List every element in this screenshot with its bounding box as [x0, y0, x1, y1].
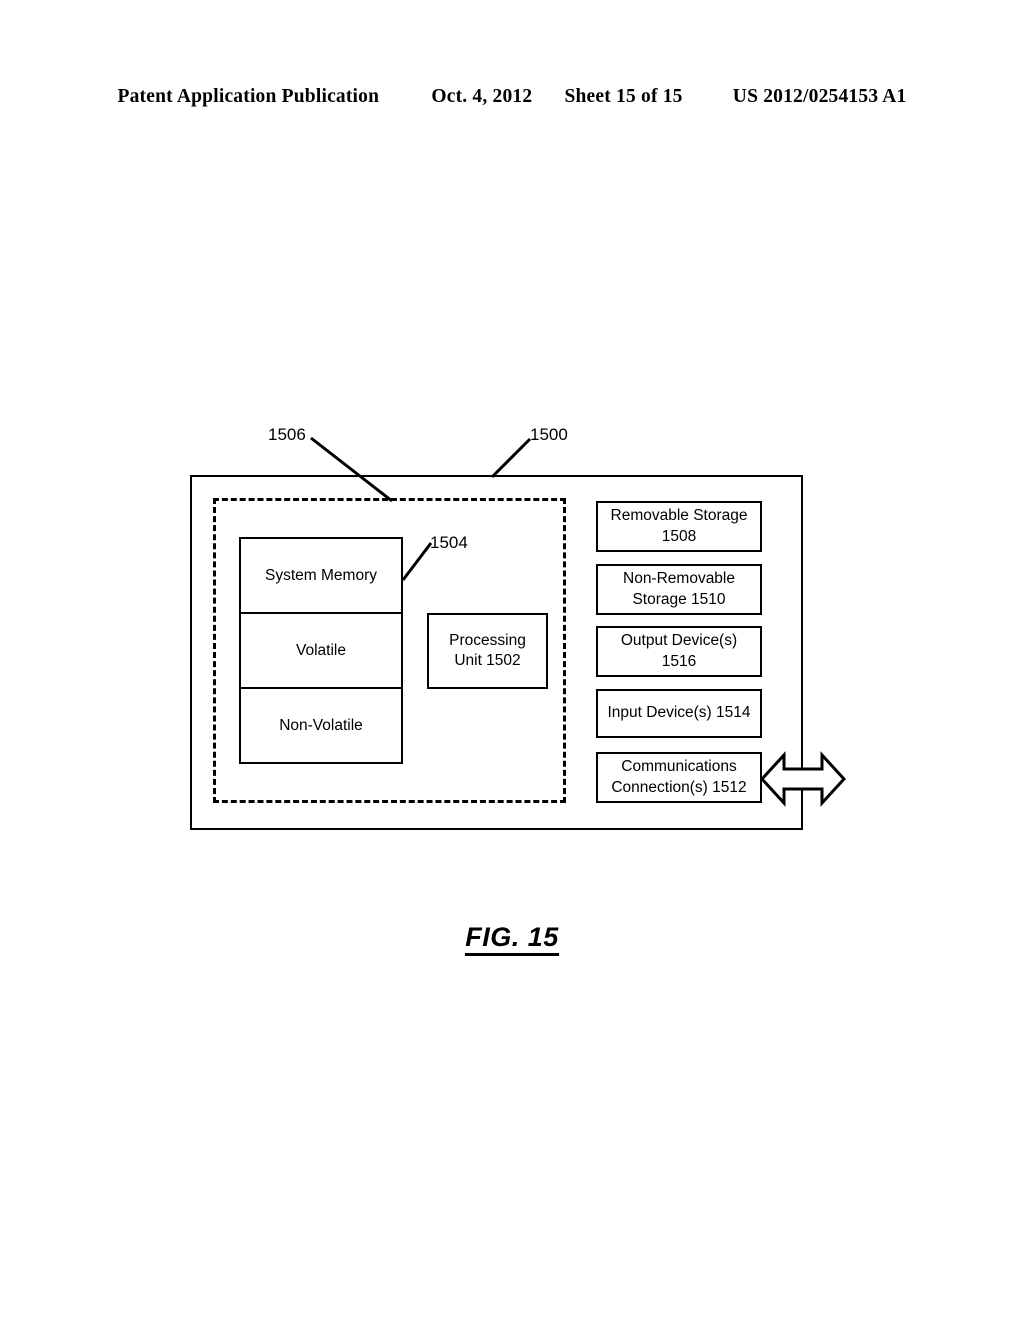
output-devices-line1: Output Device(s) [620, 632, 738, 650]
memory-cell-label: System Memory [265, 566, 377, 584]
memory-cell-volatile: Volatile [241, 612, 401, 687]
memory-cell-non-volatile: Non-Volatile [241, 687, 401, 762]
memory-cell-label: Volatile [296, 641, 346, 659]
ref-numeral-1504: 1504 [430, 533, 468, 552]
system-memory-stack: System Memory Volatile Non-Volatile [239, 537, 403, 764]
memory-cell-system-memory: System Memory [241, 539, 401, 612]
output-devices-box: Output Device(s) 1516 [596, 626, 762, 677]
ref-numeral-1500: 1500 [530, 425, 568, 444]
removable-storage-line2: 1508 [661, 527, 697, 545]
input-devices-line1: Input Device(s) 1514 [607, 704, 751, 722]
processing-unit-line2: Unit 1502 [454, 652, 521, 669]
non-removable-storage-line1: Non-Removable [623, 570, 735, 588]
communications-line1: Communications [621, 758, 737, 776]
non-removable-storage-line2: Storage 1510 [632, 590, 726, 608]
removable-storage-box: Removable Storage 1508 [596, 501, 762, 552]
figure-caption-text: FIG. 15 [465, 922, 559, 956]
ref-numeral-1506: 1506 [268, 425, 306, 444]
figure-15-diagram: System Memory Volatile Non-Volatile Proc… [0, 0, 1024, 1320]
figure-caption: FIG. 15 [0, 922, 1024, 956]
communications-line2: Connection(s) 1512 [611, 778, 747, 796]
output-devices-line2: 1516 [661, 652, 697, 670]
non-removable-storage-box: Non-Removable Storage 1510 [596, 564, 762, 615]
double-headed-arrow-icon [760, 751, 846, 807]
memory-cell-label: Non-Volatile [279, 716, 363, 734]
processing-unit-line1: Processing [449, 632, 526, 650]
input-devices-box: Input Device(s) 1514 [596, 689, 762, 738]
communications-connections-box: Communications Connection(s) 1512 [596, 752, 762, 803]
processing-unit-box: Processing Unit 1502 [427, 613, 548, 689]
leader-line-1506 [310, 436, 393, 503]
removable-storage-line1: Removable Storage [610, 507, 748, 525]
